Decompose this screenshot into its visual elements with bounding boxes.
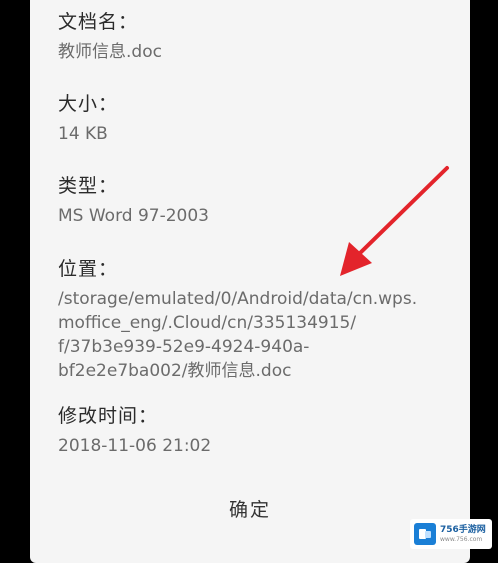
modified-time-label: 修改时间： [58, 405, 159, 427]
file-properties-dialog: 文档名： 教师信息.doc 大小： 14 KB 类型： MS Word 97-2… [30, 0, 470, 563]
watermark-logo-icon [414, 523, 436, 545]
size-label: 大小： [58, 93, 119, 115]
document-name-value: 教师信息.doc [58, 42, 162, 62]
size-value: 14 KB [58, 124, 108, 144]
field-location: 位置： /storage/emulated/0/Android/data/cn.… [58, 257, 458, 383]
watermark-logo: 756手游网 www.756.com [410, 519, 492, 549]
field-document-name: 文档名： 教师信息.doc [58, 10, 458, 64]
field-size: 大小： 14 KB [58, 92, 458, 146]
watermark-url: www.756.com [440, 535, 483, 543]
location-value: /storage/emulated/0/Android/data/cn.wps.… [58, 289, 418, 381]
location-label: 位置： [58, 258, 119, 280]
watermark-name: 756手游网 [440, 524, 486, 535]
type-label: 类型： [58, 175, 119, 197]
confirm-button[interactable]: 确定 [30, 496, 470, 524]
field-type: 类型： MS Word 97-2003 [58, 174, 458, 228]
type-value: MS Word 97-2003 [58, 206, 209, 226]
field-modified-time: 修改时间： 2018-11-06 21:02 [58, 404, 458, 458]
document-name-label: 文档名： [58, 11, 139, 33]
modified-time-value: 2018-11-06 21:02 [58, 436, 212, 456]
